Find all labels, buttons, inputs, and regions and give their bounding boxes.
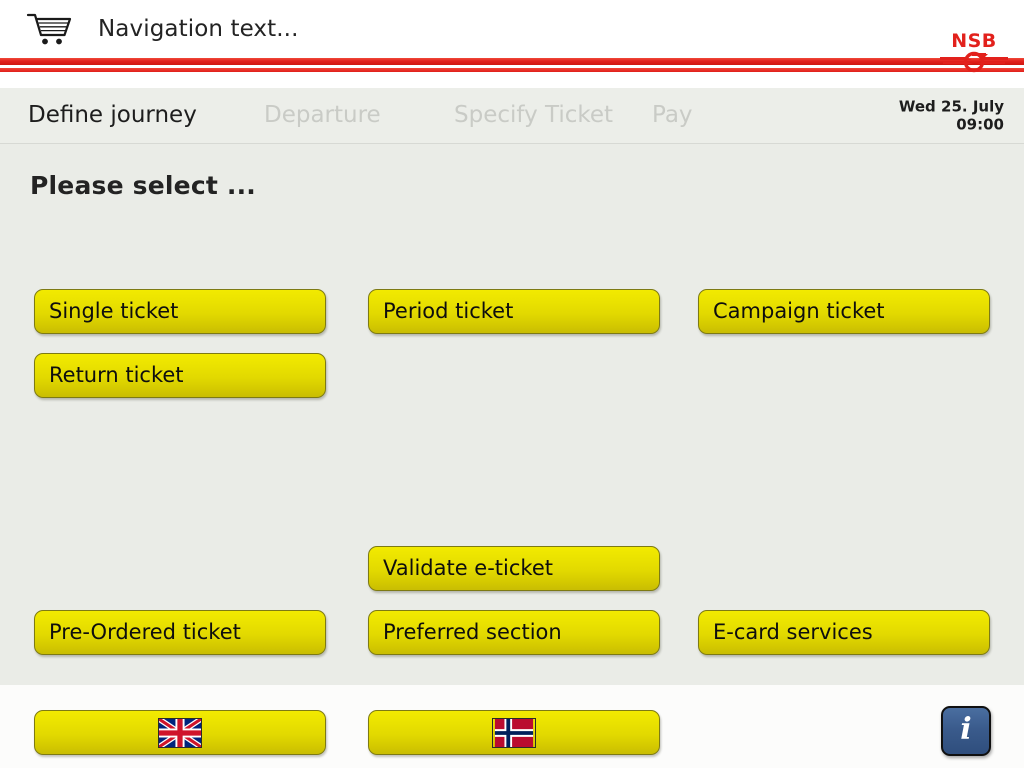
nsb-logo: NSB [940, 30, 1008, 73]
tab-departure[interactable]: Departure [264, 104, 454, 127]
header: Navigation text... NSB [0, 0, 1024, 88]
info-icon: i [960, 712, 972, 747]
progress-tab-bar: Define journey Departure Specify Ticket … [0, 88, 1024, 144]
ticket-machine-screen: Navigation text... NSB Define journey De… [0, 0, 1024, 768]
header-red-rule [0, 58, 1024, 76]
union-jack-flag-icon [158, 717, 202, 748]
page-title: Please select ... [30, 171, 256, 200]
red-rule-thin [0, 68, 1024, 72]
info-button[interactable]: i [941, 706, 991, 756]
current-date: Wed 25. July [898, 96, 1004, 115]
button-pre-ordered-ticket[interactable]: Pre-Ordered ticket [34, 610, 326, 655]
main-content: Please select ... Single ticket Period t… [0, 144, 1024, 685]
button-return-ticket[interactable]: Return ticket [34, 353, 326, 398]
navigation-text: Navigation text... [98, 15, 299, 42]
footer [0, 685, 1024, 768]
tab-pay[interactable]: Pay [652, 104, 822, 127]
button-e-card-services[interactable]: E-card services [698, 610, 990, 655]
language-button-norwegian[interactable] [368, 710, 660, 755]
shopping-cart-icon[interactable] [26, 12, 72, 46]
svg-text:NSB: NSB [951, 30, 997, 52]
button-preferred-section[interactable]: Preferred section [368, 610, 660, 655]
norway-flag-icon [492, 717, 536, 748]
button-validate-e-ticket[interactable]: Validate e-ticket [368, 546, 660, 591]
tab-specify-ticket[interactable]: Specify Ticket [454, 104, 652, 127]
language-button-english[interactable] [34, 710, 326, 755]
button-period-ticket[interactable]: Period ticket [368, 289, 660, 334]
header-top-bar: Navigation text... [0, 0, 1024, 58]
button-campaign-ticket[interactable]: Campaign ticket [698, 289, 990, 334]
current-time: 09:00 [956, 115, 1004, 134]
tab-define-journey[interactable]: Define journey [28, 104, 264, 127]
button-single-ticket[interactable]: Single ticket [34, 289, 326, 334]
datetime-display: Wed 25. July 09:00 [899, 97, 1004, 135]
red-rule-thick [0, 58, 1024, 65]
